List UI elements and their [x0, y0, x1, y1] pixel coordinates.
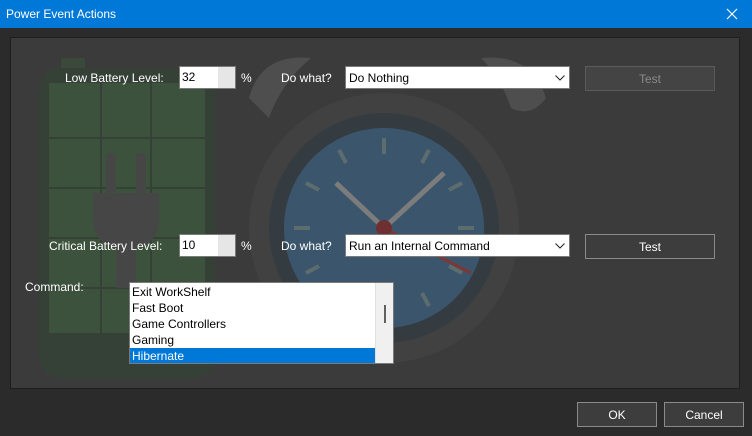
chevron-down-icon[interactable]: [551, 67, 569, 88]
low-battery-test-button[interactable]: Test: [585, 66, 715, 91]
critical-battery-action-value: Run an Internal Command: [349, 239, 490, 253]
low-do-what-label: Do what?: [281, 71, 332, 85]
critical-battery-test-button[interactable]: Test: [585, 234, 715, 259]
command-list[interactable]: Exit WorkShelf Fast Boot Game Controller…: [129, 282, 394, 364]
low-battery-value: 32: [182, 70, 196, 84]
low-battery-label: Low Battery Level:: [65, 71, 164, 85]
spin-buttons[interactable]: [218, 235, 235, 256]
list-item[interactable]: Gaming: [130, 332, 376, 348]
list-item[interactable]: Fast Boot: [130, 300, 376, 316]
low-battery-percent-unit: %: [241, 71, 252, 85]
critical-battery-label: Critical Battery Level:: [49, 239, 163, 253]
low-battery-action-value: Do Nothing: [349, 71, 410, 85]
list-item-selected[interactable]: Hibernate: [130, 348, 376, 363]
ok-button[interactable]: OK: [577, 402, 657, 427]
low-battery-level-stepper[interactable]: 32: [179, 66, 236, 89]
list-item[interactable]: Game Controllers: [130, 316, 376, 332]
critical-battery-percent-unit: %: [241, 239, 252, 253]
scrollbar-thumb[interactable]: [384, 305, 386, 323]
low-battery-action-select[interactable]: Do Nothing: [345, 66, 570, 89]
critical-do-what-label: Do what?: [281, 239, 332, 253]
close-icon[interactable]: [712, 0, 752, 28]
spin-buttons[interactable]: [218, 67, 235, 88]
command-label: Command:: [25, 280, 84, 294]
scrollbar[interactable]: [375, 283, 393, 363]
cancel-button[interactable]: Cancel: [664, 402, 744, 427]
critical-battery-level-stepper[interactable]: 10: [179, 234, 236, 257]
window-title: Power Event Actions: [6, 7, 117, 21]
critical-battery-value: 10: [182, 238, 196, 252]
list-item[interactable]: Exit WorkShelf: [130, 284, 376, 300]
critical-battery-action-select[interactable]: Run an Internal Command: [345, 234, 570, 257]
title-bar: Power Event Actions: [0, 0, 752, 28]
chevron-down-icon[interactable]: [551, 235, 569, 256]
